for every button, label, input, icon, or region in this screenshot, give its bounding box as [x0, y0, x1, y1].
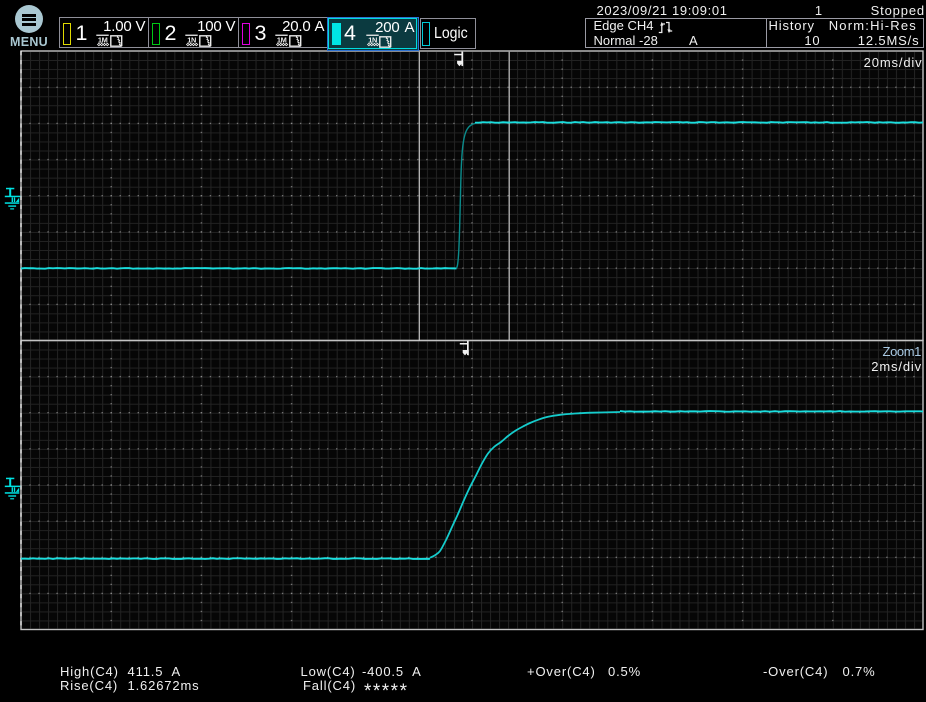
svg-text:1N: 1N	[187, 35, 196, 44]
svg-text:1N: 1N	[368, 36, 377, 45]
